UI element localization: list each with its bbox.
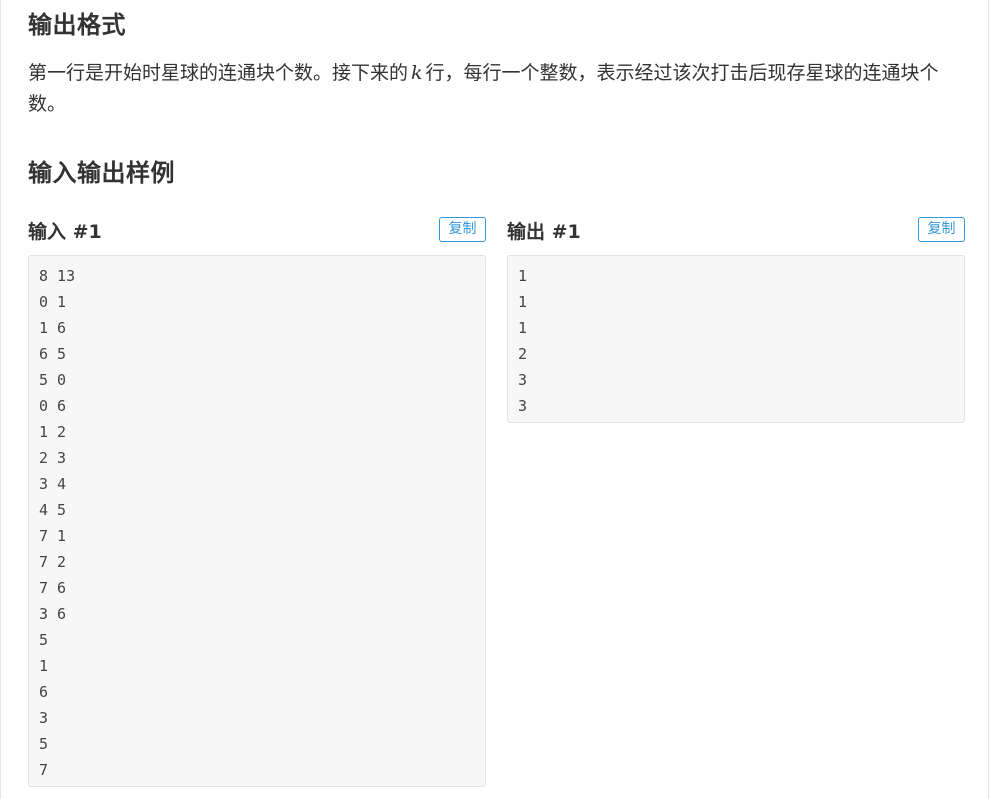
sample-input-label: 输入 #1	[28, 221, 102, 243]
copy-output-button[interactable]: 复制	[918, 217, 965, 242]
code-line: 1	[518, 267, 528, 285]
problem-content: 输出格式 第一行是开始时星球的连通块个数。接下来的 k 行，每行一个整数，表示经过该…	[0, 0, 989, 799]
sample-input-header: 输入 #1 复制	[28, 216, 486, 248]
copy-input-button[interactable]: 复制	[439, 217, 486, 242]
sample-output-label: 输出 #1	[507, 221, 581, 243]
code-line: 3	[39, 709, 49, 727]
sample-input-code[interactable]: 8 13 0 1 1 6 6 5 5 0 0 6 1 2 2 3 3 4 4 5 7 1 7 2 7 6…	[28, 255, 486, 787]
code-line: 1	[518, 293, 528, 311]
sample-output-panel: 输出 #1 复制 1 1 1 2 3 3	[507, 216, 965, 423]
code-line: 3 6	[39, 605, 67, 623]
code-line: 7	[39, 761, 49, 779]
code-line: 4 5	[39, 501, 67, 519]
sample-io-heading: 输入输出样例	[28, 159, 175, 187]
code-line: 0 6	[39, 397, 67, 415]
code-line: 2 3	[39, 449, 67, 467]
code-line: 1	[39, 657, 49, 675]
code-line: 5	[39, 735, 49, 753]
code-line: 8 13	[39, 267, 76, 285]
code-line: 3 4	[39, 475, 67, 493]
code-line: 1 6	[39, 319, 67, 337]
code-line: 2	[518, 345, 528, 363]
code-line: 3	[518, 397, 528, 415]
sample-output-header: 输出 #1 复制	[507, 216, 965, 248]
code-line: 1 2	[39, 423, 67, 441]
code-line: 6	[39, 683, 49, 701]
code-line: 5 0	[39, 371, 67, 389]
code-line: 7 2	[39, 553, 67, 571]
code-line: 3	[518, 371, 528, 389]
sample-input-panel: 输入 #1 复制 8 13 0 1 1 6 6 5 5 0 0 6 1 2 2 3 3 4 4 5…	[28, 216, 486, 787]
code-line: 0 1	[39, 293, 67, 311]
output-format-heading: 输出格式	[28, 11, 126, 39]
code-line: 1	[518, 319, 528, 337]
code-line: 6 5	[39, 345, 67, 363]
code-line: 7 6	[39, 579, 67, 597]
math-variable-k: k	[411, 62, 423, 84]
sample-output-code[interactable]: 1 1 1 2 3 3	[507, 255, 965, 423]
output-format-description: 第一行是开始时星球的连通块个数。接下来的 k 行，每行一个整数，表示经过该次打击后现…	[28, 58, 963, 120]
output-format-text-before: 第一行是开始时星球的连通块个数。接下来的	[28, 62, 409, 84]
code-line: 7 1	[39, 527, 67, 545]
code-line: 5	[39, 631, 49, 649]
